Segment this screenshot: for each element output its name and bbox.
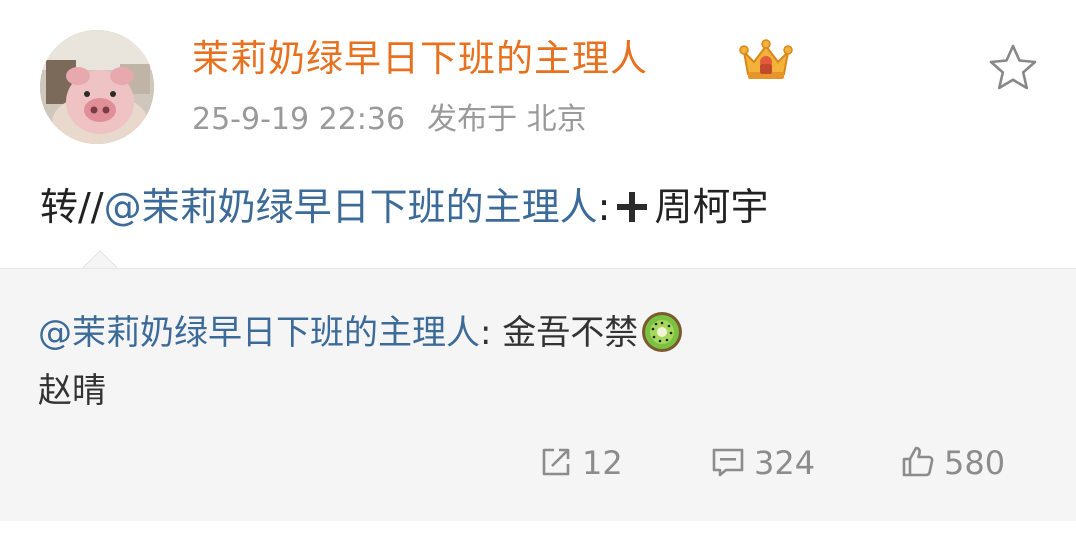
post-timestamp: 25-9-19 22:36 [192,102,406,137]
post-meta: 25-9-19 22:36 发布于 北京 [192,98,587,142]
crown-badge-icon[interactable] [738,38,794,82]
quoted-body: 金吾不禁 [502,313,639,353]
thumbs-up-icon [902,446,934,477]
avatar[interactable] [40,30,154,144]
quoted-separator: : [480,313,503,353]
quoted-text-line-2: 赵晴 [38,371,106,411]
comment-button[interactable]: 324 [710,439,815,487]
repost-separator: : [597,185,611,229]
quote-pointer [82,250,118,269]
kiwi-icon [642,311,683,352]
author-name[interactable]: 茉莉奶绿早日下班的主理人 [192,33,648,85]
repost-text: 转//@茉莉奶绿早日下班的主理人: 周柯宇 [40,180,768,234]
repost-mention-link[interactable]: @茉莉奶绿早日下班的主理人 [104,185,598,229]
quoted-mention-link[interactable]: @茉莉奶绿早日下班的主理人 [38,313,480,353]
star-outline-icon[interactable] [985,40,1041,96]
comment-icon [712,448,744,477]
like-button[interactable]: 580 [900,439,1005,487]
quoted-text-line-1: @茉莉奶绿早日下班的主理人: 金吾不禁 [38,307,684,359]
repost-button[interactable]: 12 [538,439,623,487]
comment-count: 324 [754,444,816,482]
avatar-image [40,30,154,144]
repost-body: 周柯宇 [654,185,769,229]
quoted-post[interactable]: @茉莉奶绿早日下班的主理人: 金吾不禁 赵晴 12 324 580 [0,268,1076,521]
like-count: 580 [944,444,1006,482]
heavy-plus-icon [617,191,648,222]
weibo-post-card: 茉莉奶绿早日下班的主理人 25-9-19 22:36 发布于 北京 转//@茉莉奶… [0,0,1076,544]
post-location: 发布于 北京 [427,102,587,137]
share-icon [542,448,570,476]
repost-count: 12 [582,444,623,482]
repost-prefix: 转// [40,185,104,229]
